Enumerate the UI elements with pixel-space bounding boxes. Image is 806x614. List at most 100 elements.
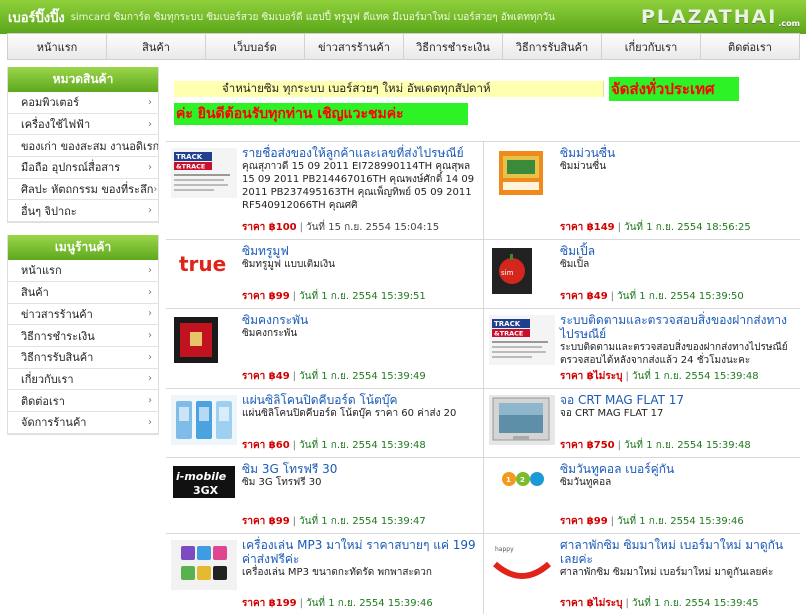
chevron-right-icon: › — [148, 330, 152, 342]
svg-text:TRACK: TRACK — [494, 320, 521, 328]
shop-menu-item[interactable]: เกี่ยวกับเรา › — [8, 369, 158, 391]
mp3-player-icon[interactable] — [171, 540, 237, 590]
nav-payment[interactable]: วิธีการชำระเงิน — [404, 34, 503, 59]
category-item[interactable]: ศิลปะ หัตถกรรม ของที่ระลึก › — [8, 179, 158, 201]
product-date: วันที่ 1 ก.ย. 2554 15:39:51 — [299, 291, 426, 302]
product-card[interactable]: 12 ซิมวันทูคอล เบอร์คู่กัน ซิมวันทูคอล ร… — [483, 458, 800, 534]
plazathai-logo[interactable]: PLAZATHAI .com — [641, 4, 800, 28]
product-date: วันที่ 1 ก.ย. 2554 15:39:46 — [305, 598, 433, 609]
shop-menu-item[interactable]: ติดต่อเรา › — [8, 390, 158, 412]
category-item[interactable]: เครื่องใช้ไฟฟ้า › — [8, 114, 158, 136]
true-logo[interactable]: true — [171, 246, 237, 296]
product-card[interactable]: true ซิมทรูมูฟ ซิมทรูมูฟ แบบเติมเงิน ราค… — [166, 240, 483, 309]
track-and-trace-icon[interactable]: TRACK &TRACE — [489, 315, 555, 365]
product-title[interactable]: ซิมคงกระพัน — [242, 313, 479, 327]
shop-menu-item[interactable]: วิธีการรับสินค้า › — [8, 347, 158, 369]
logo-suffix: .com — [778, 19, 800, 28]
shop-menu-item[interactable]: ข่าวสารร้านค้า › — [8, 304, 158, 326]
track-and-trace-icon[interactable]: TRACK &TRACE — [171, 148, 237, 198]
product-description: ระบบติดตามและตรวจสอบสิ่งของฝากส่งทางไปรษ… — [560, 342, 788, 366]
product-meta: ราคา ฿49 | วันที่ 1 ก.ย. 2554 15:39:50 — [560, 289, 744, 304]
happy-sim-icon[interactable]: happy — [489, 540, 555, 590]
shop-menu-item[interactable]: สินค้า › — [8, 282, 158, 304]
product-title[interactable]: ซิมวันทูคอล เบอร์คู่กัน — [560, 462, 796, 476]
product-card[interactable]: เครื่องเล่น MP3 มาใหม่ ราคาสบายๆ แค่ 199… — [166, 534, 483, 614]
chevron-right-icon: › — [148, 264, 152, 276]
product-date: วันที่ 1 ก.ย. 2554 15:39:47 — [299, 516, 426, 527]
sim-package-icon[interactable] — [489, 148, 555, 198]
separator: | — [617, 440, 621, 451]
svg-text:TRACK: TRACK — [176, 153, 203, 161]
product-card[interactable]: TRACK &TRACE รายชื่อส่งของให้ลูกค้าและเลข… — [166, 142, 483, 240]
separator: | — [625, 371, 629, 382]
apple-sim-icon[interactable]: sim — [489, 246, 555, 296]
shop-menu-label: ข่าวสารร้านค้า — [21, 307, 93, 321]
product-price: ราคา ฿ไม่ระบุ — [560, 371, 623, 382]
svg-text:sim: sim — [501, 269, 514, 277]
category-item[interactable]: คอมพิวเตอร์ › — [8, 92, 158, 114]
product-title[interactable]: ซิมเปิ้ล — [560, 244, 796, 258]
nav-about[interactable]: เกี่ยวกับเรา — [602, 34, 701, 59]
product-date: วันที่ 1 ก.ย. 2554 15:39:49 — [299, 371, 426, 382]
shop-menu-item[interactable]: วิธีการชำระเงิน › — [8, 325, 158, 347]
product-title[interactable]: เครื่องเล่น MP3 มาใหม่ ราคาสบายๆ แค่ 199… — [242, 538, 479, 566]
svg-text:happy: happy — [495, 546, 514, 553]
category-item[interactable]: ของเก่า ของสะสม งานอดิเรก› — [8, 135, 158, 158]
category-label: เครื่องใช้ไฟฟ้า — [21, 118, 91, 132]
category-item[interactable]: มือถือ อุปกรณ์สื่อสาร › — [8, 157, 158, 179]
sidebar: หมวดสินค้า คอมพิวเตอร์ › เครื่องใช้ไฟฟ้า ›… — [7, 67, 159, 447]
svg-text:&TRACE: &TRACE — [176, 163, 205, 171]
shop-menu-item[interactable]: จัดการร้านค้า › — [8, 412, 158, 434]
product-title[interactable]: รายชื่อส่งของให้ลูกค้าและเลขที่ส่งไปรษณี… — [242, 146, 479, 160]
product-title[interactable]: แผ่นซิลิโคนปิดคีบอร์ด โน้ตบุ๊ค — [242, 393, 479, 407]
svg-text:true: true — [179, 252, 226, 276]
product-card[interactable]: i-mobile 3GX ซิม 3G โทรฟรี 30 ซิม 3G โทรฟ… — [166, 458, 483, 534]
product-title[interactable]: ซิม 3G โทรฟรี 30 — [242, 462, 479, 476]
product-price: ราคา ฿99 — [560, 516, 608, 527]
svg-text:3GX: 3GX — [193, 484, 219, 497]
product-title[interactable]: ศาลาพักซิม ซิมมาใหม่ เบอร์มาใหม่ มาดูกัน… — [560, 538, 796, 566]
product-grid: TRACK &TRACE รายชื่อส่งของให้ลูกค้าและเลข… — [166, 141, 800, 614]
red-sim-card-icon[interactable] — [171, 315, 237, 365]
nav-products[interactable]: สินค้า — [107, 34, 206, 59]
chevron-right-icon: › — [148, 395, 152, 407]
product-card[interactable]: happy ศาลาพักซิม ซิมมาใหม่ เบอร์มาใหม่ ม… — [483, 534, 800, 614]
12call-logo[interactable]: 12 — [489, 464, 555, 514]
product-card[interactable]: แผ่นซิลิโคนปิดคีบอร์ด โน้ตบุ๊ค แผ่นซิลิโ… — [166, 389, 483, 458]
product-card[interactable]: TRACK &TRACE ระบบติดตามและตรวจสอบสิ่งของฝ… — [483, 309, 800, 389]
nav-news[interactable]: ข่าวสารร้านค้า — [305, 34, 404, 59]
silicone-cover-icon[interactable] — [171, 395, 237, 445]
product-meta: ราคา ฿100 | วันที่ 15 ก.ย. 2554 15:04:15 — [242, 220, 439, 235]
product-description: ซิมเปิ้ล — [560, 259, 590, 270]
svg-text:2: 2 — [520, 476, 525, 484]
chevron-right-icon: › — [153, 183, 158, 195]
product-card[interactable]: sim ซิมเปิ้ล ซิมเปิ้ล ราคา ฿49 | วันที่ 1 … — [483, 240, 800, 309]
crt-monitor-icon[interactable] — [489, 395, 555, 445]
product-title[interactable]: จอ CRT MAG FLAT 17 — [560, 393, 796, 407]
product-title[interactable]: ซิมม่วนซื่น — [560, 146, 796, 160]
category-label: มือถือ อุปกรณ์สื่อสาร — [21, 161, 121, 175]
product-price: ราคา ฿99 — [242, 516, 290, 527]
category-item[interactable]: อื่นๆ จิปาถะ › — [8, 200, 158, 223]
product-card[interactable]: ซิมม่วนซื่น ซิมม่วนซื่น ราคา ฿149 | วันที่… — [483, 142, 800, 240]
product-title[interactable]: ระบบติดตามและตรวจสอบสิ่งของฝากส่งทางไปรษ… — [560, 313, 796, 341]
product-meta: ราคา ฿49 | วันที่ 1 ก.ย. 2554 15:39:49 — [242, 369, 426, 384]
nav-contact[interactable]: ติดต่อเรา — [701, 34, 799, 59]
product-meta: ราคา ฿60 | วันที่ 1 ก.ย. 2554 15:39:48 — [242, 438, 426, 453]
product-card[interactable]: จอ CRT MAG FLAT 17 จอ CRT MAG FLAT 17 รา… — [483, 389, 800, 458]
product-meta: ราคา ฿99 | วันที่ 1 ก.ย. 2554 15:39:46 — [560, 514, 744, 529]
product-card[interactable]: ซิมคงกระพัน ซิมคงกระพัน ราคา ฿49 | วันที่ … — [166, 309, 483, 389]
nav-delivery[interactable]: วิธีการรับสินค้า — [503, 34, 602, 59]
product-date: วันที่ 1 ก.ย. 2554 15:39:48 — [623, 440, 751, 451]
product-date: วันที่ 1 ก.ย. 2554 15:39:48 — [631, 371, 759, 382]
svg-text:1: 1 — [506, 476, 511, 484]
shop-menu-item[interactable]: หน้าแรก › — [8, 260, 158, 282]
product-title[interactable]: ซิมทรูมูฟ — [242, 244, 479, 258]
nav-webboard[interactable]: เว็บบอร์ด — [206, 34, 305, 59]
imobile-3gx-logo[interactable]: i-mobile 3GX — [171, 464, 237, 514]
chevron-right-icon: › — [148, 351, 152, 363]
site-title[interactable]: เบอร์ปิ๊งปิ๊ง — [0, 7, 65, 28]
nav-home[interactable]: หน้าแรก — [8, 34, 107, 59]
chevron-right-icon: › — [148, 286, 152, 298]
shop-menu-title: เมนูร้านค้า — [8, 235, 158, 261]
